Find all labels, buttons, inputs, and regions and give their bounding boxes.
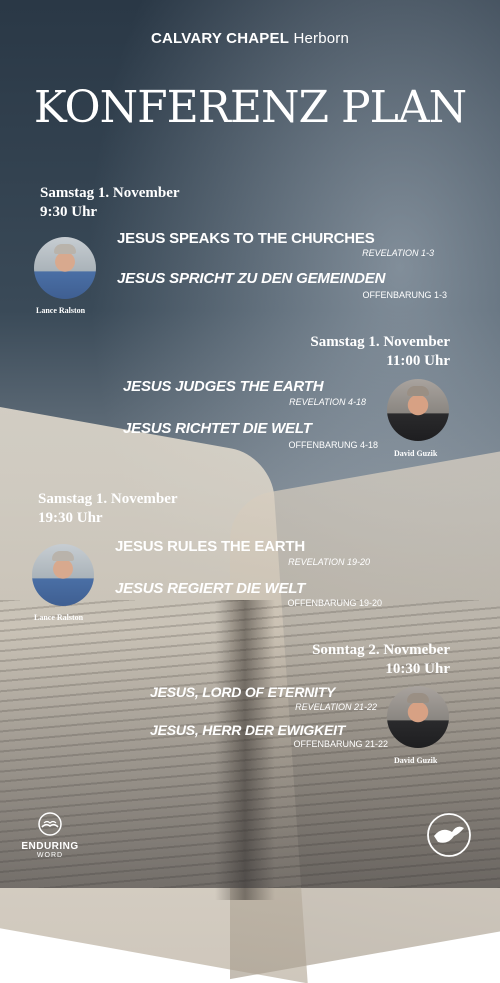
talk-ref-de: OFFENBARUNG 21-22 bbox=[293, 739, 388, 749]
session-1-date: Samstag 1. November bbox=[40, 185, 180, 201]
talk-ref-en: REVELATION 4-18 bbox=[289, 397, 366, 407]
talk-ref-en: REVELATION 1-3 bbox=[362, 248, 434, 258]
talk-ref-de: OFFENBARUNG 19-20 bbox=[287, 598, 382, 608]
session-4-datetime: Sonntag 2. Novmeber 10:30 Uhr bbox=[312, 641, 450, 679]
dove-icon bbox=[427, 813, 471, 857]
book-icon bbox=[38, 812, 62, 836]
speaker-name: Lance Ralston bbox=[34, 613, 84, 622]
avatar-lance-ralston bbox=[34, 237, 96, 299]
session-4-time: 10:30 Uhr bbox=[385, 661, 450, 677]
session-1-datetime: Samstag 1. November 9:30 Uhr bbox=[40, 184, 180, 222]
talk-ref-de: OFFENBARUNG 4-18 bbox=[288, 440, 378, 450]
session-2-date: Samstag 1. November bbox=[310, 334, 450, 350]
speaker-name: David Guzik bbox=[394, 449, 438, 458]
talk-title-de: JESUS SPRICHT ZU DEN GEMEINDEN bbox=[117, 270, 386, 287]
talk-title-en: JESUS JUDGES THE EARTH bbox=[123, 378, 324, 395]
session-3-date: Samstag 1. November bbox=[38, 491, 178, 507]
talk-ref-de: OFFENBARUNG 1-3 bbox=[362, 290, 447, 300]
session-3-time: 19:30 Uhr bbox=[38, 510, 103, 526]
avatar-david-guzik bbox=[387, 379, 449, 441]
logo-text-line2: WORD bbox=[36, 852, 64, 859]
speaker-name: Lance Ralston bbox=[36, 306, 86, 315]
page-title: KONFERENZ PLAN bbox=[33, 82, 467, 133]
avatar-lance-ralston bbox=[32, 544, 94, 606]
church-name-bold: CALVARY CHAPEL bbox=[150, 30, 290, 47]
church-name: CALVARY CHAPEL Herborn bbox=[0, 30, 500, 47]
session-3-datetime: Samstag 1. November 19:30 Uhr bbox=[38, 490, 178, 528]
enduring-word-logo: ENDURING WORD bbox=[18, 812, 82, 859]
talk-title-de: JESUS REGIERT DIE WELT bbox=[115, 580, 306, 597]
session-2-time: 11:00 Uhr bbox=[386, 353, 450, 369]
logo-text-line1: ENDURING bbox=[21, 841, 79, 852]
talk-ref-en: REVELATION 21-22 bbox=[295, 702, 377, 712]
talk-title-en: JESUS SPEAKS TO THE CHURCHES bbox=[117, 230, 375, 247]
session-1-time: 9:30 Uhr bbox=[40, 204, 98, 220]
speaker-name: David Guzik bbox=[394, 756, 438, 765]
talk-title-en: JESUS RULES THE EARTH bbox=[115, 538, 305, 555]
session-2-datetime: Samstag 1. November 11:00 Uhr bbox=[310, 333, 450, 371]
talk-title-en: JESUS, LORD OF ETERNITY bbox=[150, 684, 336, 700]
talk-ref-en: REVELATION 19-20 bbox=[288, 557, 370, 567]
avatar-david-guzik bbox=[387, 686, 449, 748]
talk-title-de: JESUS RICHTET DIE WELT bbox=[123, 420, 312, 437]
talk-title-de: JESUS, HERR DER EWIGKEIT bbox=[150, 722, 346, 738]
church-name-light: Herborn bbox=[293, 30, 350, 47]
session-4-date: Sonntag 2. Novmeber bbox=[312, 642, 450, 658]
